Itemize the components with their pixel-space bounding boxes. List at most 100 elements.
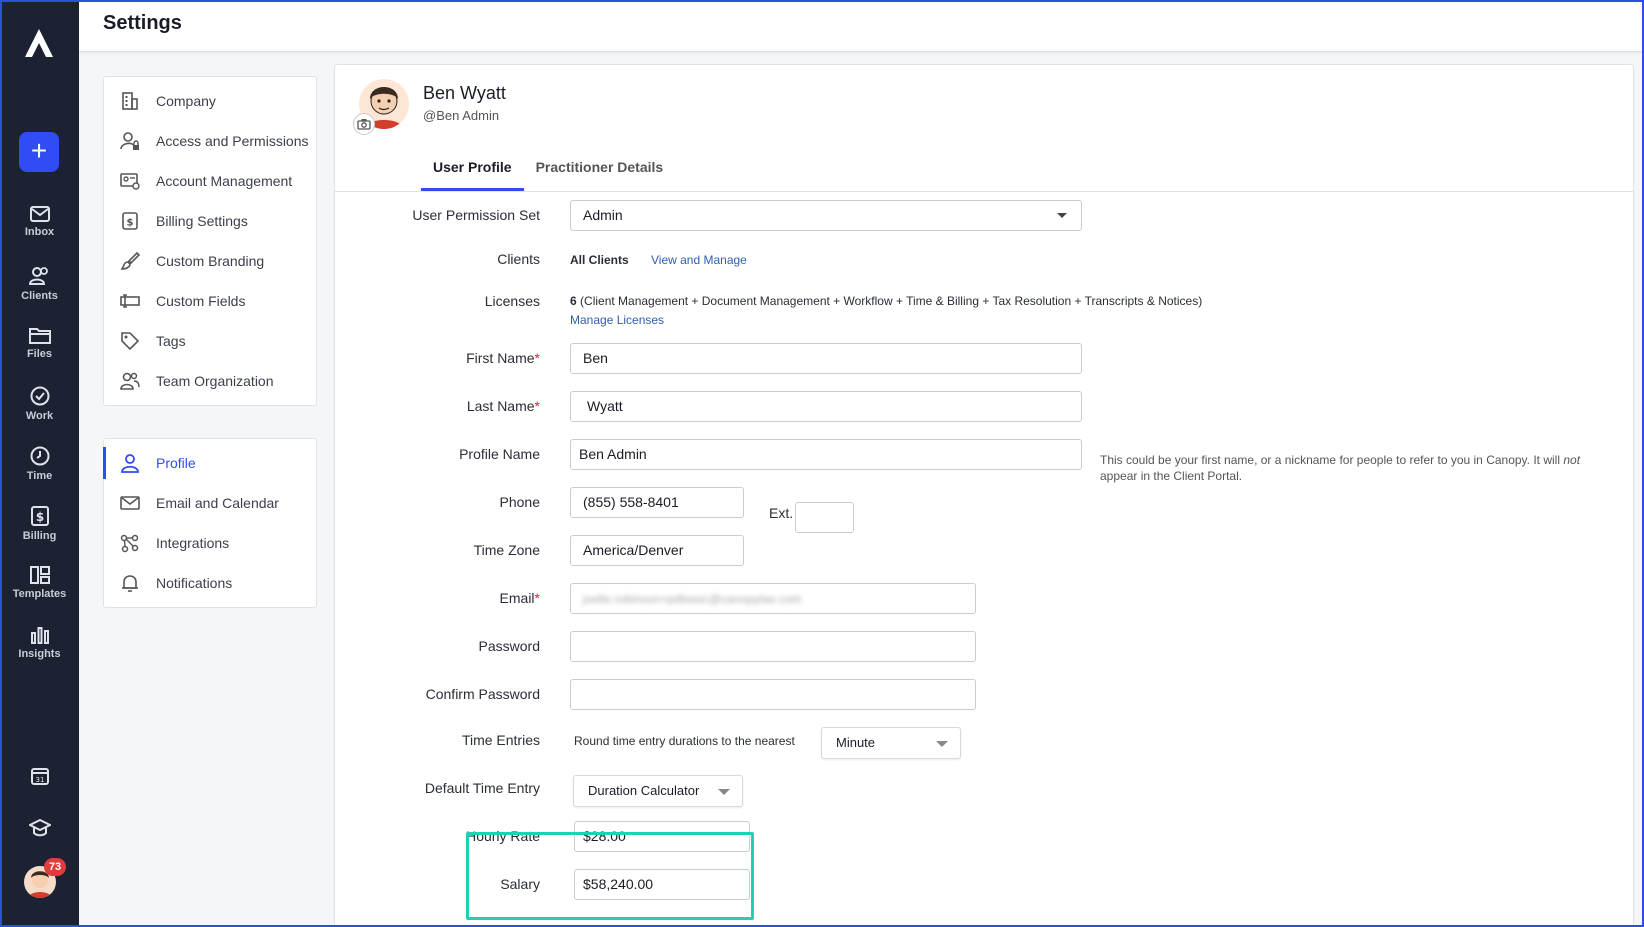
rail-label: Files — [26, 348, 53, 360]
menu-item-custom-fields[interactable]: Custom Fields — [104, 281, 316, 321]
insights-icon — [30, 627, 49, 644]
user-lock-icon — [120, 132, 139, 150]
menu-item-company[interactable]: Company — [104, 81, 316, 121]
canopy-logo-icon[interactable] — [22, 26, 56, 60]
menu-label: Email and Calendar — [156, 495, 279, 511]
round-time-select[interactable]: Minute — [821, 727, 961, 759]
app-nav-rail: + Inbox Clients Files Work Time $ Billin… — [0, 0, 79, 927]
timezone-label: Time Zone — [473, 542, 540, 558]
tab-practitioner-details[interactable]: Practitioner Details — [524, 159, 676, 191]
timezone-input[interactable]: America/Denver — [570, 535, 744, 566]
user-handle: @Ben Admin — [423, 108, 500, 123]
rail-label: Clients — [21, 290, 58, 302]
permission-set-label: User Permission Set — [412, 207, 540, 223]
confirm-password-input[interactable] — [570, 679, 976, 710]
envelope-icon — [120, 496, 140, 510]
settings-menu-company: Company Access and Permissions Account M… — [103, 76, 317, 406]
camera-icon — [357, 119, 371, 130]
rail-item-work[interactable]: Work — [0, 386, 79, 422]
profile-tabs: User Profile Practitioner Details — [421, 159, 675, 191]
menu-item-access-permissions[interactable]: Access and Permissions — [104, 121, 316, 161]
menu-item-notifications[interactable]: Notifications — [104, 563, 316, 603]
last-name-label: Last Name* — [466, 398, 540, 414]
billing-icon: $ — [30, 506, 49, 526]
default-time-entry-label: Default Time Entry — [424, 780, 540, 796]
clients-icon — [28, 267, 48, 285]
tab-user-profile[interactable]: User Profile — [421, 159, 524, 191]
rail-item-templates[interactable]: Templates — [0, 566, 79, 600]
ext-input[interactable] — [795, 502, 854, 533]
change-photo-button[interactable] — [353, 113, 375, 135]
ext-label: Ext. — [769, 505, 794, 521]
calendar-icon: 31 — [30, 768, 49, 785]
rail-label: Insights — [18, 648, 61, 660]
rail-item-inbox[interactable]: Inbox — [0, 206, 79, 238]
menu-item-account-management[interactable]: Account Management — [104, 161, 316, 201]
permission-set-select[interactable]: Admin — [570, 200, 1082, 231]
last-name-input[interactable]: Wyatt — [570, 391, 1082, 422]
password-input[interactable] — [570, 631, 976, 662]
rail-item-files[interactable]: Files — [0, 326, 79, 360]
rail-item-insights[interactable]: Insights — [0, 626, 79, 660]
menu-label: Custom Fields — [156, 293, 246, 309]
round-time-value: Minute — [836, 735, 876, 750]
menu-item-profile[interactable]: Profile — [103, 443, 316, 483]
rail-label: Billing — [22, 530, 57, 542]
rail-item-billing[interactable]: $ Billing — [0, 506, 79, 542]
profile-name-input[interactable]: Ben Admin — [570, 439, 1082, 470]
default-time-entry-value: Duration Calculator — [588, 783, 700, 798]
chevron-down-icon — [718, 789, 730, 795]
menu-label: Company — [156, 93, 216, 109]
menu-label: Notifications — [156, 575, 233, 591]
profile-name-label: Profile Name — [459, 446, 540, 462]
rate-salary-highlight — [466, 832, 754, 920]
user-icon — [121, 454, 139, 473]
dollar-doc-icon: $ — [122, 212, 138, 230]
manage-licenses-link[interactable]: Manage Licenses — [570, 313, 664, 327]
menu-item-integrations[interactable]: Integrations — [104, 523, 316, 563]
chevron-down-icon — [936, 741, 948, 747]
rail-item-time[interactable]: Time — [0, 446, 79, 482]
profile-card: Ben Wyatt @Ben Admin User Profile Practi… — [334, 64, 1634, 927]
time-icon — [30, 446, 49, 466]
menu-item-team-organization[interactable]: Team Organization — [104, 361, 316, 401]
rail-item-clients[interactable]: Clients — [0, 266, 79, 302]
calendar-button[interactable]: 31 — [0, 766, 79, 786]
email-value: joelle.robinson+pdbasic@canopytax.com — [583, 592, 802, 606]
svg-text:$: $ — [127, 218, 134, 229]
learning-button[interactable] — [0, 818, 79, 838]
menu-label: Tags — [156, 333, 186, 349]
menu-item-billing-settings[interactable]: $ Billing Settings — [104, 201, 316, 241]
first-name-input[interactable]: Ben — [570, 343, 1082, 374]
menu-label: Team Organization — [156, 373, 274, 389]
menu-item-email-calendar[interactable]: Email and Calendar — [104, 483, 316, 523]
confirm-password-label: Confirm Password — [425, 686, 540, 702]
menu-label: Billing Settings — [156, 213, 248, 229]
menu-item-custom-branding[interactable]: Custom Branding — [104, 241, 316, 281]
licenses-detail: (Client Management + Document Management… — [580, 294, 1203, 308]
files-icon — [28, 328, 51, 344]
notification-badge: 73 — [44, 858, 66, 876]
password-label: Password — [478, 638, 540, 654]
user-display-name: Ben Wyatt — [423, 83, 506, 103]
time-entries-label: Time Entries — [461, 732, 540, 748]
permission-set-value: Admin — [583, 207, 623, 223]
licenses-summary: 6 (Client Management + Document Manageme… — [570, 294, 1202, 308]
default-time-entry-select[interactable]: Duration Calculator — [573, 775, 743, 807]
page-header: Settings — [79, 0, 1644, 52]
phone-label: Phone — [499, 494, 540, 510]
bell-icon — [122, 575, 138, 592]
add-button[interactable]: + — [19, 132, 59, 172]
view-manage-clients-link[interactable]: View and Manage — [651, 253, 747, 267]
email-input[interactable]: joelle.robinson+pdbasic@canopytax.com — [570, 583, 976, 614]
rail-label: Inbox — [24, 226, 55, 238]
inbox-icon — [29, 206, 50, 222]
menu-label: Integrations — [156, 535, 230, 551]
chevron-down-icon — [1057, 213, 1067, 218]
clients-label: Clients — [497, 251, 540, 267]
rail-label: Time — [26, 470, 53, 482]
menu-item-tags[interactable]: Tags — [104, 321, 316, 361]
phone-input[interactable]: (855) 558-8401 — [570, 487, 744, 518]
brush-icon — [120, 251, 140, 270]
licenses-count: 6 — [570, 294, 577, 308]
